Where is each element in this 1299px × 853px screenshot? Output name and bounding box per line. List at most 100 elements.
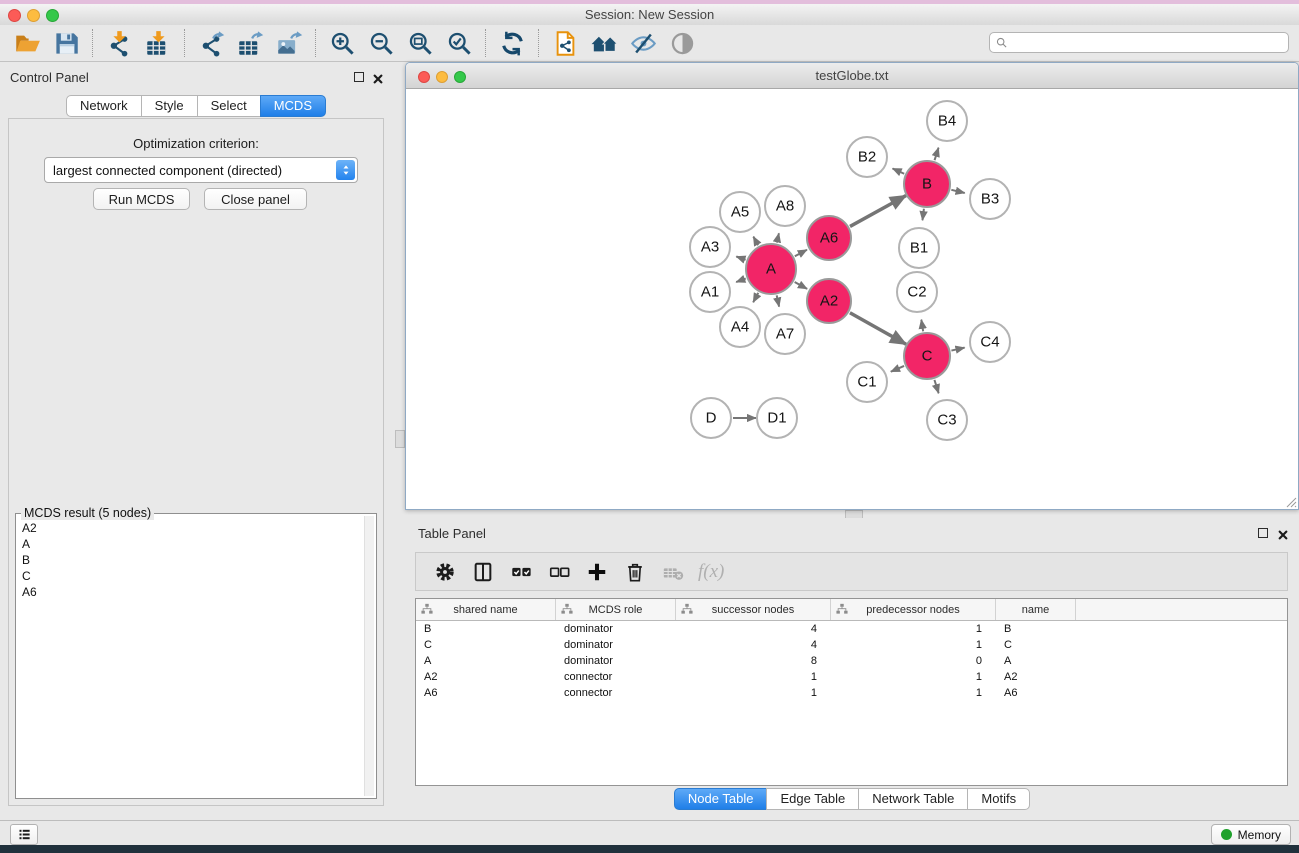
export-image-icon[interactable]	[273, 28, 306, 58]
table-close-icon[interactable]	[1278, 527, 1288, 545]
show-panel-icon[interactable]	[666, 28, 699, 58]
table-cell[interactable]: C	[416, 639, 556, 651]
table-tab-node-table[interactable]: Node Table	[674, 788, 768, 810]
column-header-predecessor-nodes[interactable]: predecessor nodes	[831, 599, 996, 620]
table-cell[interactable]: A6	[416, 687, 556, 699]
graph-node-A[interactable]: A	[746, 244, 796, 294]
graph-edge-C-C1[interactable]	[891, 366, 904, 372]
table-cell[interactable]: B	[996, 623, 1076, 635]
mcds-result-item[interactable]: C	[20, 568, 364, 584]
table-row[interactable]: Adominator80A	[416, 653, 1287, 669]
refresh-icon[interactable]	[496, 28, 529, 58]
network-document-icon[interactable]	[549, 28, 582, 58]
table-cell[interactable]: dominator	[556, 639, 676, 651]
table-cell[interactable]: 1	[676, 671, 831, 683]
table-cell[interactable]: A	[996, 655, 1076, 667]
result-scrollbar[interactable]	[364, 516, 374, 796]
table-cell[interactable]: A2	[416, 671, 556, 683]
column-header-MCDS-role[interactable]: MCDS role	[556, 599, 676, 620]
graph-node-C1[interactable]: C1	[847, 362, 887, 402]
graph-node-C3[interactable]: C3	[927, 400, 967, 440]
column-header-shared-name[interactable]: shared name	[416, 599, 556, 620]
gear-icon[interactable]	[430, 558, 460, 586]
table-cell[interactable]: A2	[996, 671, 1076, 683]
network-window-titlebar[interactable]: testGlobe.txt	[406, 63, 1298, 89]
network-window[interactable]: testGlobe.txt B4B2BB3B1A5A8A6A3AA1A2C2A4…	[405, 62, 1299, 510]
graph-edge-A-A4[interactable]	[753, 293, 758, 302]
app-titlebar[interactable]: Session: New Session	[0, 4, 1299, 26]
criterion-select[interactable]: largest connected component (directed)	[44, 157, 358, 183]
table-row[interactable]: Cdominator41C	[416, 637, 1287, 653]
memory-button[interactable]: Memory	[1211, 824, 1291, 845]
graph-node-A1[interactable]: A1	[690, 272, 730, 312]
graph-edge-A-A8[interactable]	[777, 233, 779, 242]
column-header-name[interactable]: name	[996, 599, 1076, 620]
graph-node-C[interactable]: C	[904, 333, 950, 379]
table-cell[interactable]: 1	[676, 687, 831, 699]
column-header-successor-nodes[interactable]: successor nodes	[676, 599, 831, 620]
table-float-icon[interactable]	[1258, 528, 1268, 538]
table-cell[interactable]: C	[996, 639, 1076, 651]
close-panel-button[interactable]: Close panel	[204, 188, 307, 210]
graph-edge-B-B2[interactable]	[893, 168, 905, 173]
graph-edge-B-B1[interactable]	[922, 209, 923, 220]
run-mcds-button[interactable]: Run MCDS	[93, 188, 190, 210]
mcds-result-item[interactable]: A2	[20, 520, 364, 536]
search-input[interactable]	[1008, 34, 1288, 51]
table-cell[interactable]: 1	[831, 687, 996, 699]
graph-node-C2[interactable]: C2	[897, 272, 937, 312]
graph-edge-A-A1[interactable]	[736, 279, 746, 283]
home-icon[interactable]	[588, 28, 621, 58]
mcds-result-item[interactable]: A	[20, 536, 364, 552]
zoom-out-icon[interactable]	[365, 28, 398, 58]
graph-node-A5[interactable]: A5	[720, 192, 760, 232]
tab-style[interactable]: Style	[141, 95, 198, 117]
tab-select[interactable]: Select	[197, 95, 261, 117]
table-tab-edge-table[interactable]: Edge Table	[766, 788, 859, 810]
graph-node-B1[interactable]: B1	[899, 228, 939, 268]
table-row[interactable]: A2connector11A2	[416, 669, 1287, 685]
graph-node-B2[interactable]: B2	[847, 137, 887, 177]
graph-edge-A2-C[interactable]	[850, 313, 906, 345]
graph-node-B[interactable]: B	[904, 161, 950, 207]
graph-node-A8[interactable]: A8	[765, 186, 805, 226]
vertical-splitter-grip[interactable]	[395, 430, 405, 448]
zoom-fit-icon[interactable]	[404, 28, 437, 58]
task-history-button[interactable]	[10, 824, 38, 845]
graph-node-A6[interactable]: A6	[807, 216, 851, 260]
table-cell[interactable]: dominator	[556, 655, 676, 667]
table-cell[interactable]: 1	[831, 623, 996, 635]
save-icon[interactable]	[50, 28, 83, 58]
table-cell[interactable]: connector	[556, 671, 676, 683]
float-panel-icon[interactable]	[354, 72, 364, 82]
hide-panel-icon[interactable]	[627, 28, 660, 58]
mcds-result-item[interactable]: B	[20, 552, 364, 568]
table-cell[interactable]: dominator	[556, 623, 676, 635]
graph-edge-B-B3[interactable]	[951, 190, 964, 193]
table-cell[interactable]: 8	[676, 655, 831, 667]
graph-node-A3[interactable]: A3	[690, 227, 730, 267]
graph-node-B3[interactable]: B3	[970, 179, 1010, 219]
graph-edge-A-A6[interactable]	[795, 250, 807, 256]
deselect-all-icon[interactable]	[544, 558, 574, 586]
export-table-icon[interactable]	[234, 28, 267, 58]
table-cell[interactable]: A	[416, 655, 556, 667]
tab-mcds[interactable]: MCDS	[260, 95, 326, 117]
network-canvas[interactable]: B4B2BB3B1A5A8A6A3AA1A2C2A4A7C4CC1C3DD1	[406, 89, 1298, 509]
graph-edge-C-C4[interactable]	[951, 348, 964, 351]
columns-icon[interactable]	[468, 558, 498, 586]
graph-node-A7[interactable]: A7	[765, 314, 805, 354]
trash-icon[interactable]	[620, 558, 650, 586]
table-cell[interactable]: B	[416, 623, 556, 635]
close-panel-icon[interactable]	[373, 71, 383, 89]
tab-network[interactable]: Network	[66, 95, 142, 117]
table-cell[interactable]: connector	[556, 687, 676, 699]
graph-edge-A-A3[interactable]	[736, 256, 745, 259]
graph-node-A4[interactable]: A4	[720, 307, 760, 347]
resize-grip[interactable]	[1283, 494, 1297, 508]
graph-node-A2[interactable]: A2	[807, 279, 851, 323]
mcds-result-list[interactable]: A2ABCA6	[20, 520, 364, 796]
table-cell[interactable]: 4	[676, 639, 831, 651]
table-row[interactable]: A6connector11A6	[416, 685, 1287, 701]
mcds-result-item[interactable]: A6	[20, 584, 364, 600]
